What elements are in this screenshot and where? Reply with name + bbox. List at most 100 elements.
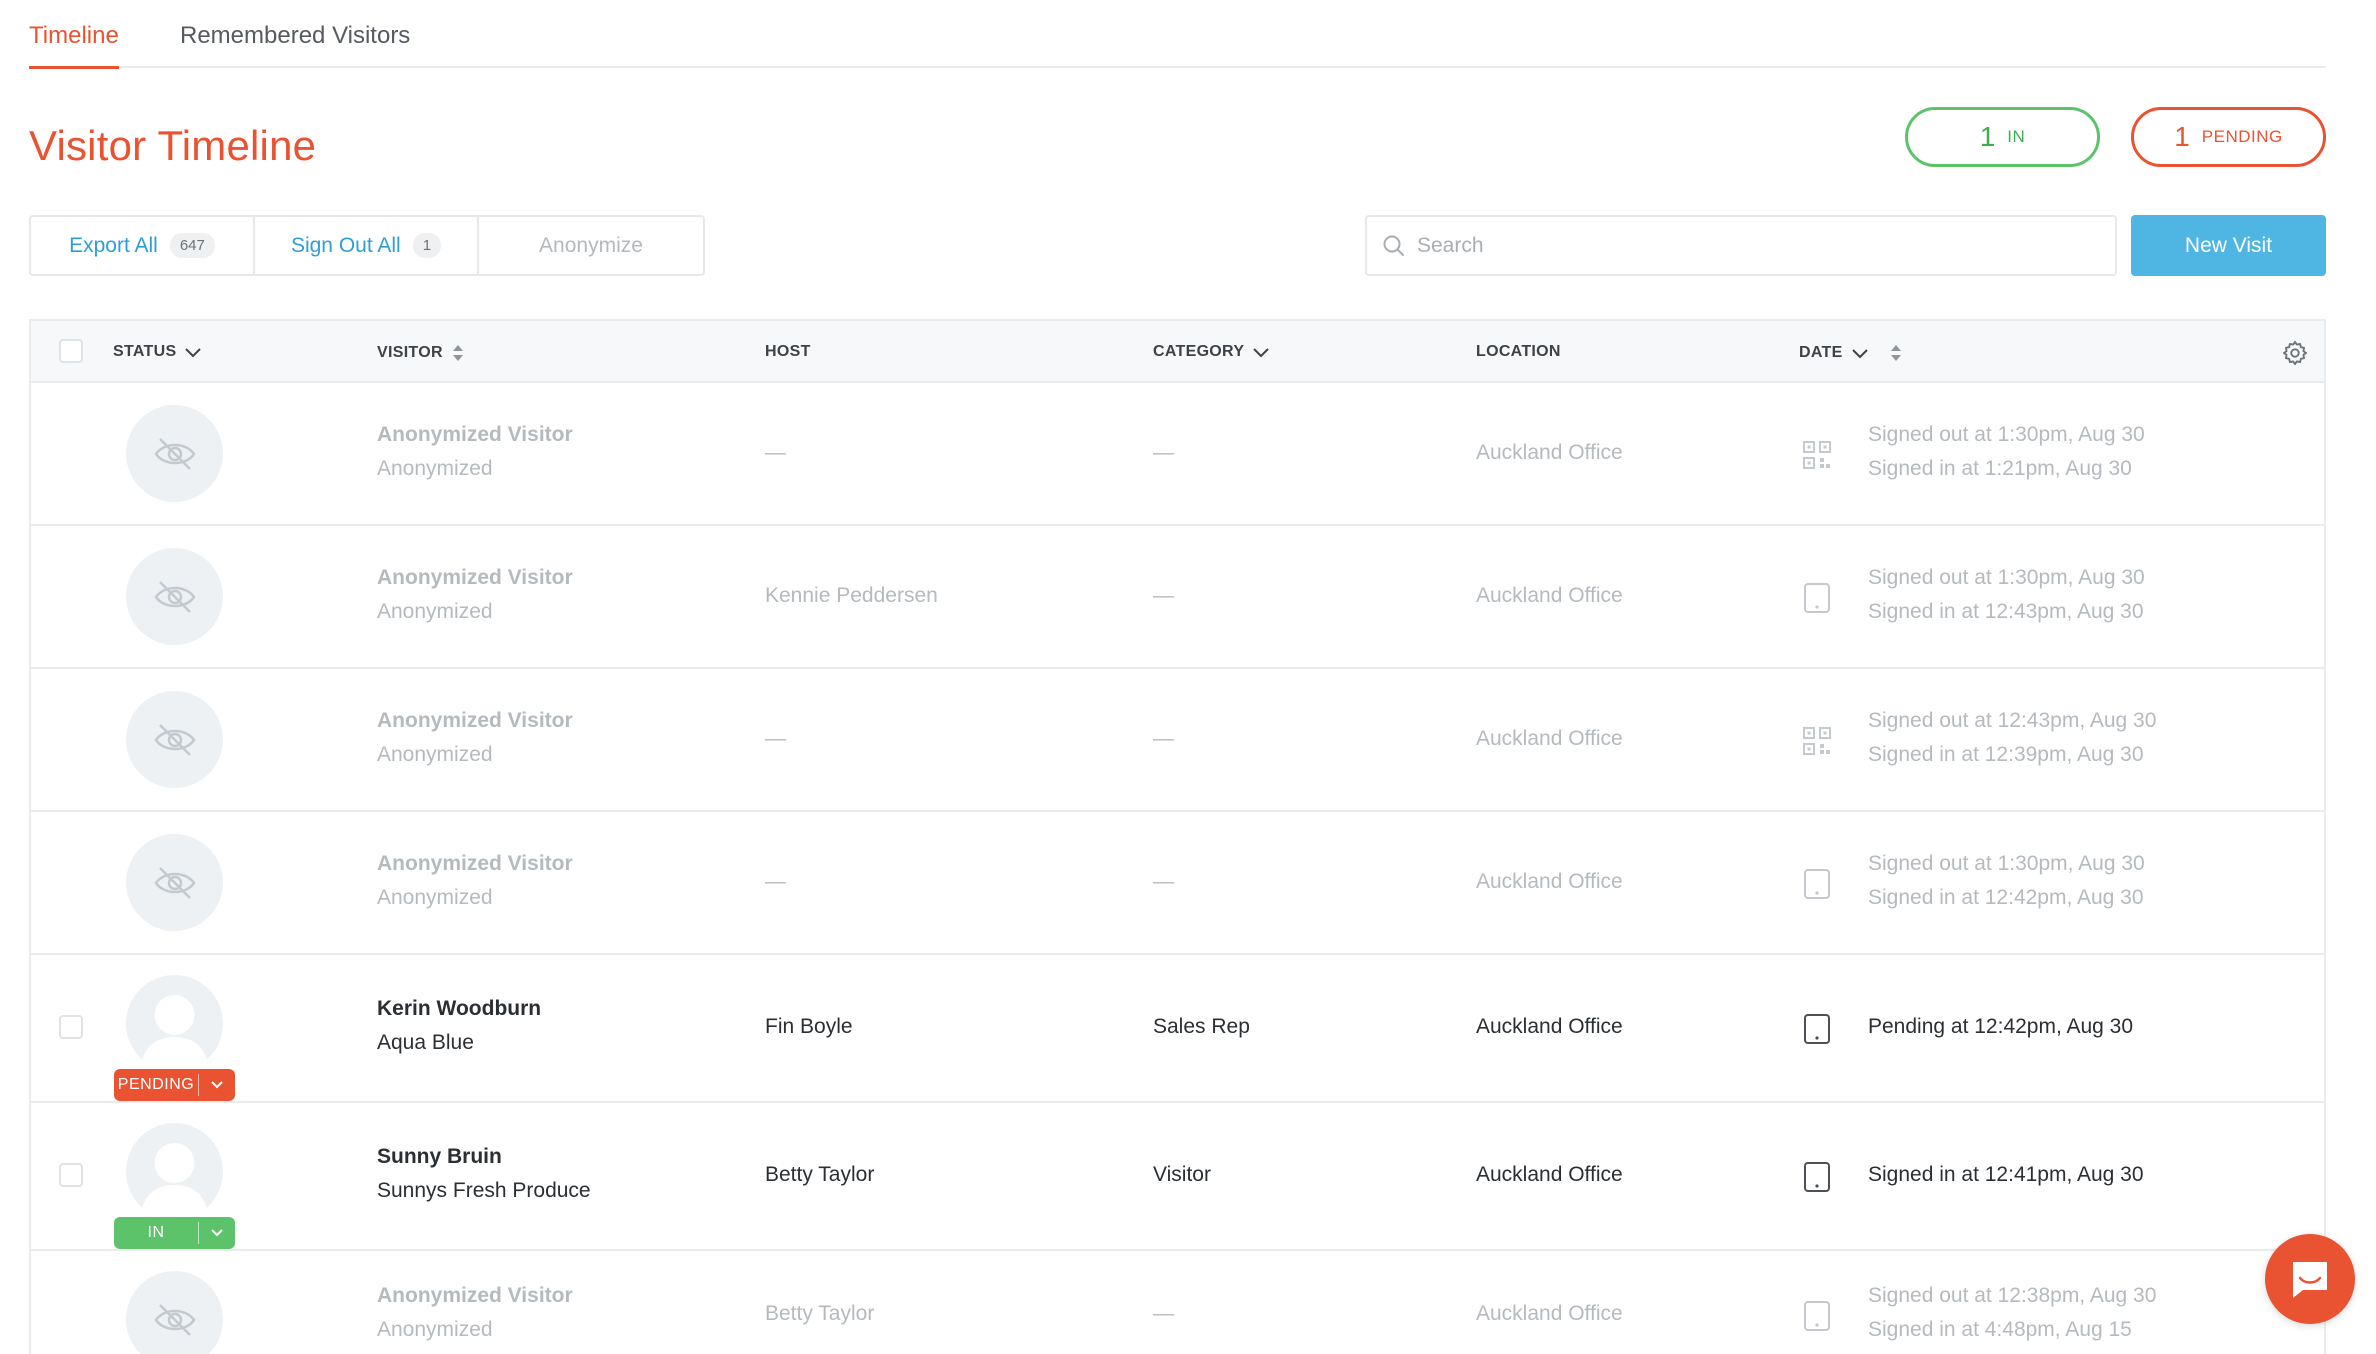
tab-timeline[interactable]: Timeline [29,22,119,69]
date-signed-in: Signed in at 12:39pm, Aug 30 [1868,743,2144,766]
export-all-label: Export All [69,233,158,257]
date-signed-in: Signed in at 12:43pm, Aug 30 [1868,600,2144,623]
tablet-icon [1804,1162,1830,1192]
column-date[interactable]: DATE [1799,343,1903,363]
host-name: Kennie Peddersen [765,584,938,607]
visitor-name: Anonymized Visitor [377,423,573,446]
visitor-company: Anonymized [377,1318,493,1341]
avatar [126,1123,223,1220]
column-category[interactable]: CATEGORY [1153,343,1270,361]
tab-remembered-visitors[interactable]: Remembered Visitors [180,22,410,50]
category: — [1153,441,1174,464]
date-signed-out: Signed out at 1:30pm, Aug 30 [1868,852,2145,875]
column-status-label: STATUS [113,343,177,360]
chevron-down-icon [185,348,202,358]
avatar [126,405,223,502]
visitor-company: Anonymized [377,743,493,766]
date-signed-in: Signed in at 4:48pm, Aug 15 [1868,1318,2132,1341]
column-date-label: DATE [1799,344,1843,361]
date-signed-in: Signed in at 12:41pm, Aug 30 [1868,1163,2144,1186]
chevron-down-icon [211,1229,223,1237]
column-host-label: HOST [765,343,811,360]
category: — [1153,584,1174,607]
avatar [126,548,223,645]
page-title: Visitor Timeline [29,122,317,169]
status-label: IN [147,1224,165,1241]
column-host: HOST [765,343,811,361]
person-placeholder-icon [140,1143,209,1220]
in-count: 1 [1979,121,1996,152]
visitor-name: Anonymized Visitor [377,566,573,589]
date-pending: Pending at 12:42pm, Aug 30 [1868,1015,2134,1038]
avatar [126,975,223,1072]
column-location: LOCATION [1476,343,1561,361]
search-input[interactable] [1417,233,2067,258]
column-visitor-label: VISITOR [377,344,443,361]
person-placeholder-icon [140,995,209,1072]
row-checkbox[interactable] [59,1015,83,1039]
column-location-label: LOCATION [1476,343,1561,360]
in-label: IN [2007,127,2026,146]
anonymize-button[interactable]: Anonymize [479,217,703,274]
export-count-badge: 647 [169,233,215,258]
tablet-icon [1804,869,1830,899]
in-count-pill[interactable]: 1 IN [1905,107,2100,167]
eye-slash-icon [153,866,196,899]
pending-label: PENDING [2201,127,2283,146]
avatar [126,691,223,788]
table-row[interactable]: Anonymized Visitor Anonymized Betty Tayl… [31,1251,2324,1354]
avatar [126,834,223,931]
new-visit-button[interactable]: New Visit [2131,215,2326,276]
table-row[interactable]: PENDING Kerin Woodburn Aqua Blue Fin Boy… [31,955,2324,1103]
eye-slash-icon [153,723,196,756]
category: — [1153,870,1174,893]
table-row[interactable]: IN Sunny Bruin Sunnys Fresh Produce Bett… [31,1103,2324,1251]
column-visitor[interactable]: VISITOR [377,343,465,363]
visitor-company: Sunnys Fresh Produce [377,1179,591,1202]
table-row[interactable]: Anonymized Visitor Anonymized Kennie Ped… [31,526,2324,669]
eye-slash-icon [153,437,196,470]
sort-icon [1890,345,1901,361]
sign-out-all-label: Sign Out All [290,233,401,257]
gear-icon[interactable] [2281,339,2309,367]
select-all-checkbox[interactable] [59,339,83,363]
pending-count: 1 [2174,121,2190,152]
row-checkbox[interactable] [59,1163,83,1187]
location: Auckland Office [1476,870,1623,893]
date-signed-in: Signed in at 1:21pm, Aug 30 [1868,457,2132,480]
column-status[interactable]: STATUS [113,343,202,361]
table-row[interactable]: Anonymized Visitor Anonymized — — Auckla… [31,812,2324,955]
date-signed-out: Signed out at 12:38pm, Aug 30 [1868,1284,2157,1307]
tablet-icon [1804,1301,1830,1331]
location: Auckland Office [1476,584,1623,607]
status-badge-in[interactable]: IN [114,1217,235,1249]
date-signed-in: Signed in at 12:42pm, Aug 30 [1868,886,2144,909]
host-name: — [765,441,786,464]
category: Sales Rep [1153,1015,1250,1038]
export-all-button[interactable]: Export All 647 [31,217,255,274]
visitor-company: Anonymized [377,886,493,909]
date-signed-out: Signed out at 1:30pm, Aug 30 [1868,566,2145,589]
table-row[interactable]: Anonymized Visitor Anonymized — — Auckla… [31,383,2324,526]
visitor-company: Anonymized [377,457,493,480]
eye-slash-icon [153,580,196,613]
visitor-name: Anonymized Visitor [377,852,573,875]
category: Visitor [1153,1163,1211,1186]
date-signed-out: Signed out at 12:43pm, Aug 30 [1868,709,2157,732]
action-button-group: Export All 647 Sign Out All 1 Anonymize [29,215,705,276]
chevron-down-icon [211,1081,223,1089]
eye-slash-icon [153,1303,196,1336]
status-badge-pending[interactable]: PENDING [114,1069,235,1101]
anonymize-label: Anonymize [539,233,643,257]
qr-code-icon [1803,727,1831,755]
tablet-icon [1804,1014,1830,1044]
location: Auckland Office [1476,441,1623,464]
visitor-name: Anonymized Visitor [377,1284,573,1307]
pending-count-pill[interactable]: 1 PENDING [2131,107,2326,167]
visitor-name: Kerin Woodburn [377,997,542,1020]
search-icon [1383,235,1404,256]
table-row[interactable]: Anonymized Visitor Anonymized — — Auckla… [31,669,2324,812]
sign-out-all-button[interactable]: Sign Out All 1 [255,217,479,274]
chat-launcher-button[interactable] [2265,1234,2355,1324]
avatar [126,1271,223,1354]
